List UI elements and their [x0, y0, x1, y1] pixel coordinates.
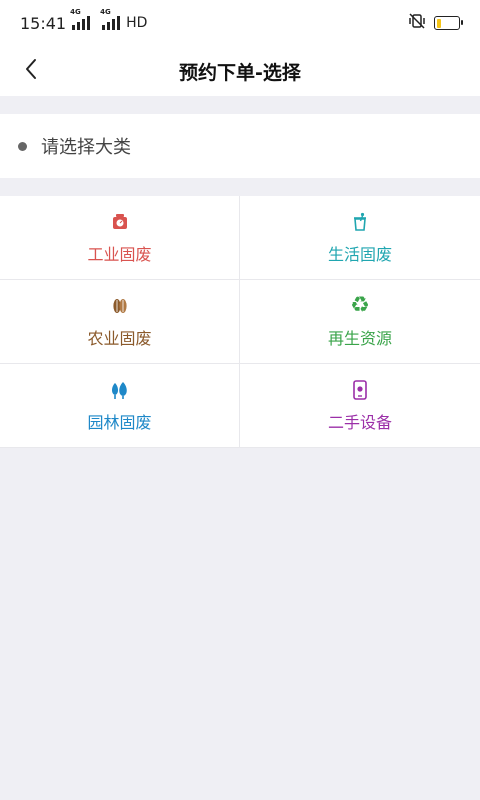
phone-icon	[349, 379, 371, 401]
category-agricultural-waste[interactable]: 农业固废	[0, 280, 240, 364]
category-label: 工业固废	[87, 244, 152, 264]
navigation-bar: 预约下单-选择	[0, 46, 480, 96]
category-label: 生活固废	[327, 244, 392, 264]
category-label: 农业固废	[87, 328, 152, 348]
battery-icon	[434, 16, 463, 30]
signal-icon: 4G	[100, 8, 121, 30]
category-industrial-waste[interactable]: 工业固废	[0, 196, 240, 280]
category-grid: 工业固废 生活固废 农业固废 ♻ 再生资源 园林固废 二手设备	[0, 196, 480, 448]
category-renewable-resources[interactable]: ♻ 再生资源	[240, 280, 480, 364]
battery-level-fill	[436, 18, 441, 28]
chevron-left-icon	[24, 58, 38, 84]
category-section-header: 请选择大类	[0, 114, 480, 178]
section-label: 请选择大类	[41, 137, 131, 158]
category-domestic-waste[interactable]: 生活固废	[240, 196, 480, 280]
scale-icon	[109, 211, 131, 233]
recycle-icon: ♻	[350, 292, 370, 318]
category-garden-waste[interactable]: 园林固废	[0, 364, 240, 448]
page-title: 预约下单-选择	[179, 61, 301, 84]
vibrate-mute-icon	[408, 13, 426, 33]
status-time: 15:41	[20, 13, 67, 33]
category-label: 园林固废	[87, 412, 152, 432]
back-button[interactable]	[14, 54, 48, 88]
category-second-hand-equipment[interactable]: 二手设备	[240, 364, 480, 448]
trash-bin-icon	[349, 211, 371, 233]
trees-icon	[109, 379, 131, 401]
category-label: 再生资源	[327, 328, 392, 348]
signal-icon: 4G	[70, 8, 91, 30]
bullet-dot	[18, 141, 27, 151]
category-label: 二手设备	[327, 412, 392, 432]
status-bar: 15:41 4G 4G HD	[0, 0, 480, 46]
status-right	[408, 13, 463, 33]
hd-label: HD	[126, 15, 148, 31]
grain-icon	[109, 295, 131, 317]
status-left: 15:41 4G 4G HD	[20, 8, 148, 33]
